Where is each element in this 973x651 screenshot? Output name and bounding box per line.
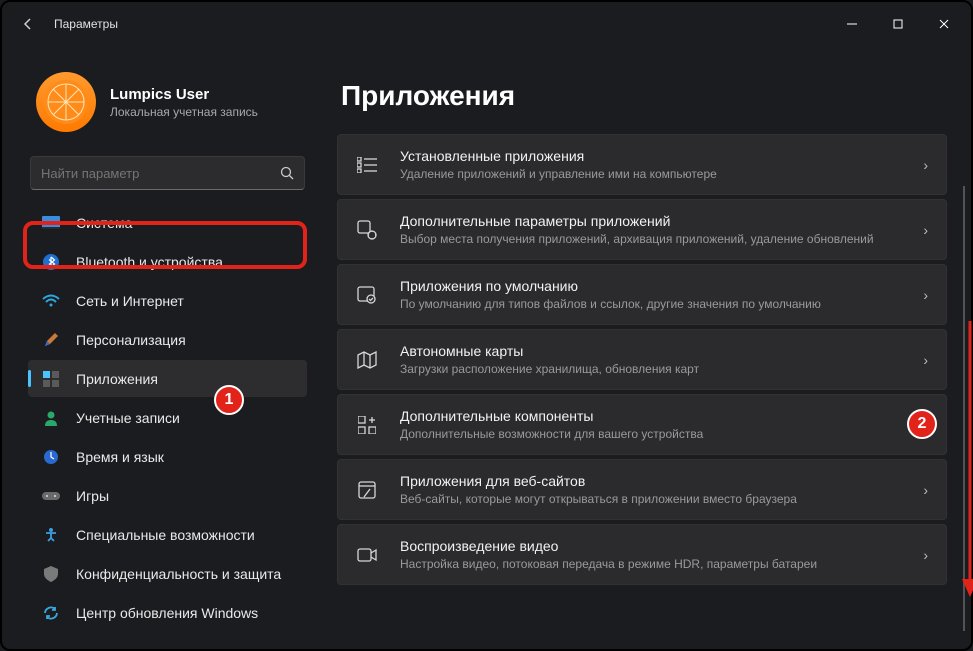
chevron-right-icon: › bbox=[923, 482, 928, 498]
chevron-right-icon: › bbox=[923, 352, 928, 368]
back-button[interactable] bbox=[8, 4, 48, 44]
wifi-icon bbox=[42, 292, 60, 310]
card-title: Дополнительные параметры приложений bbox=[400, 213, 901, 229]
sidebar-item-accessibility[interactable]: Специальные возможности bbox=[28, 516, 307, 553]
chevron-right-icon: › bbox=[923, 157, 928, 173]
maximize-button[interactable] bbox=[875, 8, 921, 40]
sidebar-item-label: Игры bbox=[76, 488, 109, 504]
card-title: Установленные приложения bbox=[400, 148, 901, 164]
sidebar: Lumpics User Локальная учетная запись Си… bbox=[2, 46, 317, 649]
sidebar-item-personalization[interactable]: Персонализация bbox=[28, 321, 307, 358]
sidebar-item-time[interactable]: Время и язык bbox=[28, 438, 307, 475]
sidebar-item-system[interactable]: Система bbox=[28, 204, 307, 241]
card-sub: Настройка видео, потоковая передача в ре… bbox=[400, 557, 901, 571]
search-icon bbox=[280, 166, 294, 180]
annotation-arrow bbox=[959, 321, 973, 601]
sidebar-item-label: Bluetooth и устройства bbox=[76, 254, 223, 270]
chevron-right-icon: › bbox=[923, 547, 928, 563]
window-title: Параметры bbox=[54, 17, 118, 31]
nav: Система Bluetooth и устройства Сеть и Ин… bbox=[28, 204, 307, 631]
shield-icon bbox=[42, 565, 60, 583]
annotation-badge-1: 1 bbox=[214, 385, 244, 415]
minimize-button[interactable] bbox=[829, 8, 875, 40]
sidebar-item-label: Центр обновления Windows bbox=[76, 605, 258, 621]
profile[interactable]: Lumpics User Локальная учетная запись bbox=[36, 72, 307, 132]
display-icon bbox=[42, 214, 60, 232]
card-advanced-app-settings[interactable]: Дополнительные параметры приложений Выбор… bbox=[337, 199, 947, 260]
sidebar-item-label: Персонализация bbox=[76, 332, 186, 348]
map-icon bbox=[356, 349, 378, 371]
card-title: Дополнительные компоненты bbox=[400, 408, 901, 424]
annotation-badge-2: 2 bbox=[907, 409, 937, 439]
card-offline-maps[interactable]: Автономные карты Загрузки расположение хр… bbox=[337, 329, 947, 390]
person-icon bbox=[42, 409, 60, 427]
sidebar-item-label: Время и язык bbox=[76, 449, 164, 465]
search-input[interactable] bbox=[41, 166, 280, 181]
app-gear-icon bbox=[356, 219, 378, 241]
card-title: Воспроизведение видео bbox=[400, 538, 901, 554]
search-box[interactable] bbox=[30, 156, 305, 190]
video-icon bbox=[356, 544, 378, 566]
chevron-right-icon: › bbox=[923, 222, 928, 238]
card-title: Приложения для веб-сайтов bbox=[400, 473, 901, 489]
card-sub: Дополнительные возможности для вашего ус… bbox=[400, 427, 901, 441]
gamepad-icon bbox=[42, 487, 60, 505]
list-icon bbox=[356, 154, 378, 176]
sidebar-item-gaming[interactable]: Игры bbox=[28, 477, 307, 514]
sidebar-item-update[interactable]: Центр обновления Windows bbox=[28, 594, 307, 631]
apps-icon bbox=[42, 370, 60, 388]
brush-icon bbox=[42, 331, 60, 349]
card-video-playback[interactable]: Воспроизведение видео Настройка видео, по… bbox=[337, 524, 947, 585]
close-button[interactable] bbox=[921, 8, 967, 40]
main-content: Приложения Установленные приложения Удале… bbox=[317, 46, 971, 649]
card-sub: По умолчанию для типов файлов и ссылок, … bbox=[400, 297, 901, 311]
accessibility-icon bbox=[42, 526, 60, 544]
sidebar-item-label: Приложения bbox=[76, 371, 158, 387]
profile-subtitle: Локальная учетная запись bbox=[110, 105, 258, 119]
card-sub: Выбор места получения приложений, архива… bbox=[400, 232, 901, 246]
cards-list: Установленные приложения Удаление приложе… bbox=[337, 134, 947, 585]
card-apps-for-websites[interactable]: Приложения для веб-сайтов Веб-сайты, кото… bbox=[337, 459, 947, 520]
update-icon bbox=[42, 604, 60, 622]
sidebar-item-bluetooth[interactable]: Bluetooth и устройства bbox=[28, 243, 307, 280]
card-sub: Веб-сайты, которые могут открываться в п… bbox=[400, 492, 901, 506]
card-sub: Загрузки расположение хранилища, обновле… bbox=[400, 362, 901, 376]
default-app-icon bbox=[356, 284, 378, 306]
card-title: Приложения по умолчанию bbox=[400, 278, 901, 294]
card-sub: Удаление приложений и управление ими на … bbox=[400, 167, 901, 181]
avatar bbox=[36, 72, 96, 132]
card-optional-features[interactable]: Дополнительные компоненты Дополнительные … bbox=[337, 394, 947, 455]
chevron-right-icon: › bbox=[923, 287, 928, 303]
card-default-apps[interactable]: Приложения по умолчанию По умолчанию для … bbox=[337, 264, 947, 325]
sidebar-item-label: Конфиденциальность и защита bbox=[76, 566, 281, 582]
window-controls bbox=[829, 8, 967, 40]
sidebar-item-privacy[interactable]: Конфиденциальность и защита bbox=[28, 555, 307, 592]
page-title: Приложения bbox=[341, 80, 947, 112]
sidebar-item-label: Учетные записи bbox=[76, 410, 180, 426]
sidebar-item-network[interactable]: Сеть и Интернет bbox=[28, 282, 307, 319]
website-icon bbox=[356, 479, 378, 501]
sidebar-item-accounts[interactable]: Учетные записи bbox=[28, 399, 307, 436]
card-title: Автономные карты bbox=[400, 343, 901, 359]
bluetooth-icon bbox=[42, 253, 60, 271]
sidebar-item-apps[interactable]: Приложения bbox=[28, 360, 307, 397]
sidebar-item-label: Сеть и Интернет bbox=[76, 293, 184, 309]
features-icon bbox=[356, 414, 378, 436]
sidebar-item-label: Специальные возможности bbox=[76, 527, 255, 543]
card-installed-apps[interactable]: Установленные приложения Удаление приложе… bbox=[337, 134, 947, 195]
profile-name: Lumpics User bbox=[110, 86, 258, 103]
titlebar: Параметры bbox=[2, 2, 971, 46]
clock-globe-icon bbox=[42, 448, 60, 466]
sidebar-item-label: Система bbox=[76, 215, 132, 231]
